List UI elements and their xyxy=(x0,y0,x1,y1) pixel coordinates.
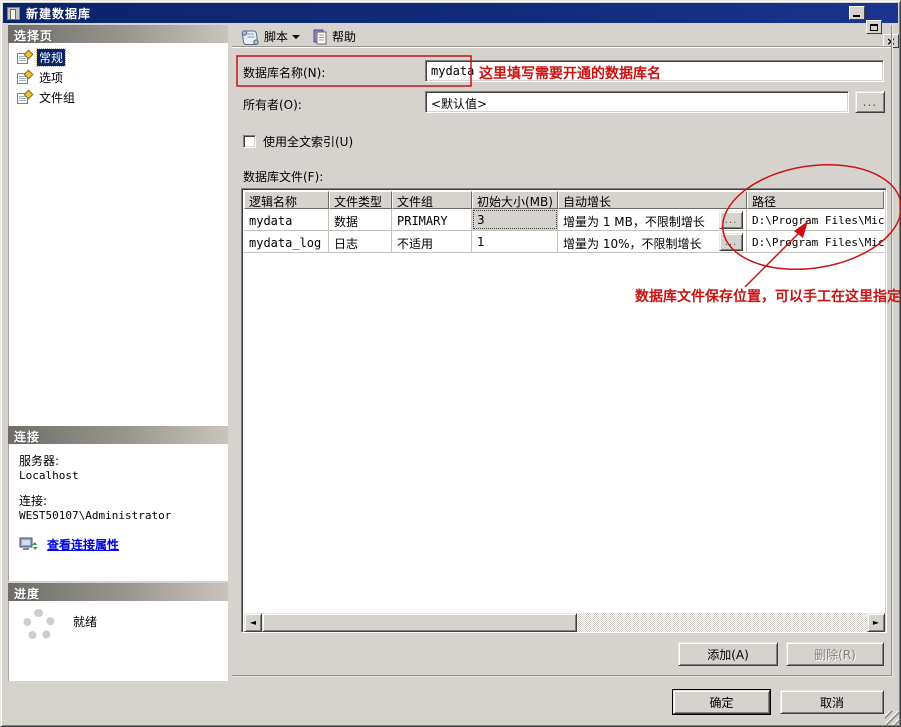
server-label: 服务器: xyxy=(19,454,60,468)
progress-spinner-icon xyxy=(23,609,55,641)
ok-button[interactable]: 确定 xyxy=(672,689,771,715)
connection-properties-icon xyxy=(19,537,38,550)
arrow-left-icon: ◄ xyxy=(249,618,257,627)
table-row: mydata 数据 PRIMARY 3 增量为 1 MB，不限制增长 D:\Pr… xyxy=(244,209,884,231)
autogrowth-text: 增量为 10%，不限制增长 xyxy=(563,237,702,251)
col-header-logical-name[interactable]: 逻辑名称 xyxy=(244,191,329,209)
sidebar-item-options[interactable]: 选项 xyxy=(15,68,67,87)
sidebar-item-label: 常规 xyxy=(35,48,67,67)
connection-value: WEST50107\Administrator xyxy=(19,509,172,522)
cell-filegroup[interactable]: 不适用 xyxy=(392,231,472,252)
select-page-panel: 常规 选项 文件组 xyxy=(8,43,228,426)
script-button[interactable]: 脚本 xyxy=(238,27,303,46)
scroll-left-button[interactable]: ◄ xyxy=(244,613,262,632)
path-annotation: 数据库文件保存位置，可以手工在这里指定 xyxy=(635,289,901,305)
sidebar-item-general[interactable]: 常规 xyxy=(15,48,67,67)
scrollbar-thumb[interactable] xyxy=(262,613,577,632)
db-files-label: 数据库文件(F): xyxy=(243,170,324,184)
ellipsis-icon: ... xyxy=(724,236,738,248)
col-header-autogrowth[interactable]: 自动增长 xyxy=(558,191,747,209)
minimize-button[interactable] xyxy=(849,6,865,20)
cell-path[interactable]: D:\Program Files\Micr xyxy=(747,231,884,252)
col-header-filegroup[interactable]: 文件组 xyxy=(392,191,472,209)
progress-header: 进度 xyxy=(8,583,228,601)
col-header-path[interactable]: 路径 xyxy=(747,191,884,209)
chevron-down-icon xyxy=(292,34,301,39)
progress-panel: 就绪 xyxy=(8,601,228,681)
help-label: 帮助 xyxy=(332,30,357,44)
server-value: Localhost xyxy=(19,469,79,482)
scroll-right-button[interactable]: ► xyxy=(867,613,885,632)
connection-label: 连接: xyxy=(19,494,48,508)
cell-file-type[interactable]: 日志 xyxy=(329,231,392,252)
window-title: 新建数据库 xyxy=(26,6,92,21)
cell-filegroup[interactable]: PRIMARY xyxy=(392,209,472,230)
view-connection-properties-link[interactable]: 查看连接属性 xyxy=(47,536,119,553)
sidebar-item-label: 文件组 xyxy=(39,91,76,105)
autogrowth-text: 增量为 1 MB，不限制增长 xyxy=(563,215,705,229)
db-name-label: 数据库名称(N): xyxy=(243,66,326,80)
owner-value: <默认值> xyxy=(431,97,488,111)
cancel-button[interactable]: 取消 xyxy=(780,690,884,714)
sidebar-item-filegroups[interactable]: 文件组 xyxy=(15,88,79,107)
cell-path[interactable]: D:\Program Files\Micr xyxy=(747,209,884,230)
db-files-grid: 逻辑名称 文件类型 文件组 初始大小(MB) 自动增长 路径 mydata 数据… xyxy=(241,188,887,633)
cell-initial-size[interactable]: 1 xyxy=(472,231,558,252)
scrollbar-track[interactable] xyxy=(577,613,867,632)
page-icon xyxy=(17,69,34,85)
cell-initial-size[interactable]: 3 xyxy=(472,209,558,230)
autogrowth-browse-button[interactable]: ... xyxy=(719,211,743,229)
ellipsis-icon: ... xyxy=(724,214,738,226)
select-page-header: 选择页 xyxy=(8,25,228,43)
connection-panel: 服务器: Localhost 连接: WEST50107\Administrat… xyxy=(8,444,228,581)
ellipsis-icon: ... xyxy=(862,95,878,109)
script-icon xyxy=(241,30,259,45)
script-label: 脚本 xyxy=(264,30,289,44)
fulltext-checkbox[interactable] xyxy=(243,135,256,148)
remove-button: 删除(R) xyxy=(786,642,884,666)
cell-file-type[interactable]: 数据 xyxy=(329,209,392,230)
connection-header: 连接 xyxy=(8,426,228,444)
owner-label: 所有者(O): xyxy=(243,98,302,112)
help-button[interactable]: 帮助 xyxy=(309,27,359,46)
db-name-annotation: 这里填写需要开通的数据库名 xyxy=(479,66,661,82)
cell-logical-name[interactable]: mydata_log xyxy=(244,231,329,252)
resize-grip[interactable] xyxy=(885,711,899,725)
col-header-initial-size[interactable]: 初始大小(MB) xyxy=(472,191,558,209)
page-icon xyxy=(17,49,34,65)
col-header-file-type[interactable]: 文件类型 xyxy=(329,191,392,209)
autogrowth-browse-button[interactable]: ... xyxy=(719,233,743,251)
progress-status: 就绪 xyxy=(73,615,98,629)
fulltext-label: 使用全文索引(U) xyxy=(263,135,354,149)
add-button[interactable]: 添加(A) xyxy=(678,642,778,666)
grid-header-row: 逻辑名称 文件类型 文件组 初始大小(MB) 自动增长 路径 xyxy=(244,191,884,209)
sidebar-item-label: 选项 xyxy=(39,71,64,85)
cell-logical-name[interactable]: mydata xyxy=(244,209,329,230)
table-row: mydata_log 日志 不适用 1 增量为 10%，不限制增长 D:\Pro… xyxy=(244,231,884,253)
window-icon xyxy=(7,6,20,20)
maximize-icon xyxy=(870,23,878,31)
toolbar-separator xyxy=(232,46,893,48)
grid-horizontal-scrollbar[interactable]: ◄ ► xyxy=(244,613,885,632)
help-icon xyxy=(313,29,327,44)
page-icon xyxy=(17,89,34,105)
close-icon: × xyxy=(886,34,896,48)
toolbar: 脚本 帮助 xyxy=(238,27,359,46)
title-bar[interactable]: 新建数据库 xyxy=(3,3,898,23)
maximize-button[interactable] xyxy=(866,20,882,34)
owner-input[interactable]: <默认值> xyxy=(425,91,849,113)
owner-browse-button[interactable]: ... xyxy=(855,91,885,113)
minimize-icon xyxy=(853,15,860,17)
arrow-right-icon: ► xyxy=(872,618,880,627)
